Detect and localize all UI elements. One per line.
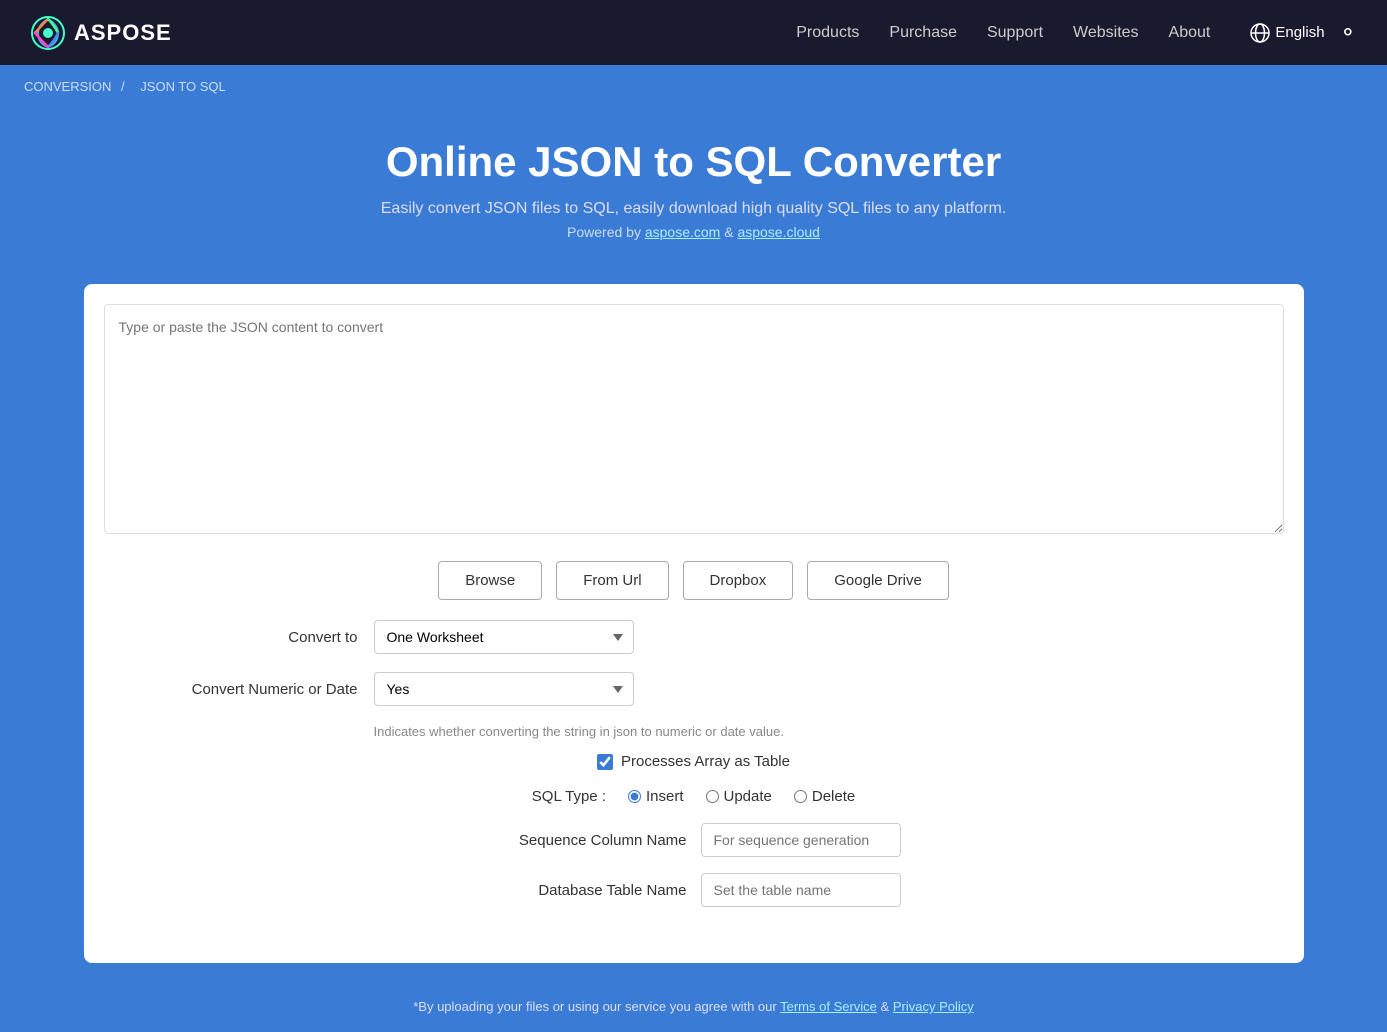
page-title: Online JSON to SQL Converter <box>20 138 1367 186</box>
processes-array-checkbox[interactable] <box>597 754 613 770</box>
radio-insert[interactable]: Insert <box>628 788 684 805</box>
nav-purchase[interactable]: Purchase <box>889 24 957 42</box>
nav-about[interactable]: About <box>1169 24 1211 42</box>
convert-to-label: Convert to <box>164 629 374 646</box>
browse-button[interactable]: Browse <box>438 561 542 600</box>
aspose-com-link[interactable]: aspose.com <box>645 224 720 240</box>
hero-section: Online JSON to SQL Converter Easily conv… <box>0 108 1387 266</box>
footer-and: & <box>881 999 893 1014</box>
logo-text: ASPOSE <box>74 20 172 46</box>
sequence-label: Sequence Column Name <box>487 832 687 849</box>
footer-text: *By uploading your files or using our se… <box>413 999 776 1014</box>
dropbox-button[interactable]: Dropbox <box>683 561 794 600</box>
hero-subtitle: Easily convert JSON files to SQL, easily… <box>20 200 1367 218</box>
nav-support[interactable]: Support <box>987 24 1043 42</box>
google-drive-button[interactable]: Google Drive <box>807 561 949 600</box>
numeric-row: Convert Numeric or Date Yes No <box>164 672 1224 706</box>
sql-type-label: SQL Type : <box>532 788 606 805</box>
footer: *By uploading your files or using our se… <box>0 981 1387 1032</box>
processes-array-row: Processes Array as Table <box>164 753 1224 770</box>
radio-delete-label: Delete <box>812 788 855 805</box>
sequence-row: Sequence Column Name <box>164 823 1224 857</box>
numeric-label: Convert Numeric or Date <box>164 681 374 698</box>
form-section: Convert to One Worksheet Multiple Worksh… <box>104 620 1284 943</box>
powered-by: Powered by aspose.com & aspose.cloud <box>20 224 1367 240</box>
upload-buttons: Browse From Url Dropbox Google Drive <box>104 561 1284 600</box>
nav-products[interactable]: Products <box>796 24 859 42</box>
breadcrumb-current: JSON TO SQL <box>140 79 226 94</box>
sequence-input[interactable] <box>701 823 901 857</box>
terms-link[interactable]: Terms of Service <box>780 999 877 1014</box>
language-button[interactable]: English <box>1250 23 1324 43</box>
table-name-row: Database Table Name <box>164 873 1224 907</box>
from-url-button[interactable]: From Url <box>556 561 668 600</box>
radio-update-label: Update <box>724 788 772 805</box>
sql-type-row: SQL Type : Insert Update Delete <box>164 788 1224 805</box>
main-card: Browse From Url Dropbox Google Drive Con… <box>84 284 1304 963</box>
breadcrumb: CONVERSION / JSON TO SQL <box>0 65 1387 108</box>
aspose-cloud-link[interactable]: aspose.cloud <box>737 224 820 240</box>
json-input[interactable] <box>104 304 1284 534</box>
nav-websites[interactable]: Websites <box>1073 24 1139 42</box>
nav-links: Products Purchase Support Websites About <box>796 24 1210 42</box>
user-icon[interactable]: ⚬ <box>1339 20 1357 46</box>
logo-icon <box>30 15 66 51</box>
numeric-hint: Indicates whether converting the string … <box>374 724 1224 739</box>
radio-update[interactable]: Update <box>706 788 772 805</box>
logo[interactable]: ASPOSE <box>30 15 172 51</box>
radio-delete[interactable]: Delete <box>794 788 855 805</box>
convert-to-select[interactable]: One Worksheet Multiple Worksheets <box>374 620 634 654</box>
breadcrumb-separator: / <box>121 79 125 94</box>
nav-right: English ⚬ <box>1250 20 1357 46</box>
privacy-link[interactable]: Privacy Policy <box>893 999 974 1014</box>
breadcrumb-conversion[interactable]: CONVERSION <box>24 79 111 94</box>
processes-array-label[interactable]: Processes Array as Table <box>621 753 790 770</box>
numeric-select[interactable]: Yes No <box>374 672 634 706</box>
table-name-input[interactable] <box>701 873 901 907</box>
language-label: English <box>1275 24 1324 41</box>
radio-insert-label: Insert <box>646 788 684 805</box>
navbar: ASPOSE Products Purchase Support Website… <box>0 0 1387 65</box>
convert-to-row: Convert to One Worksheet Multiple Worksh… <box>164 620 1224 654</box>
globe-icon <box>1250 23 1270 43</box>
table-name-label: Database Table Name <box>487 882 687 899</box>
